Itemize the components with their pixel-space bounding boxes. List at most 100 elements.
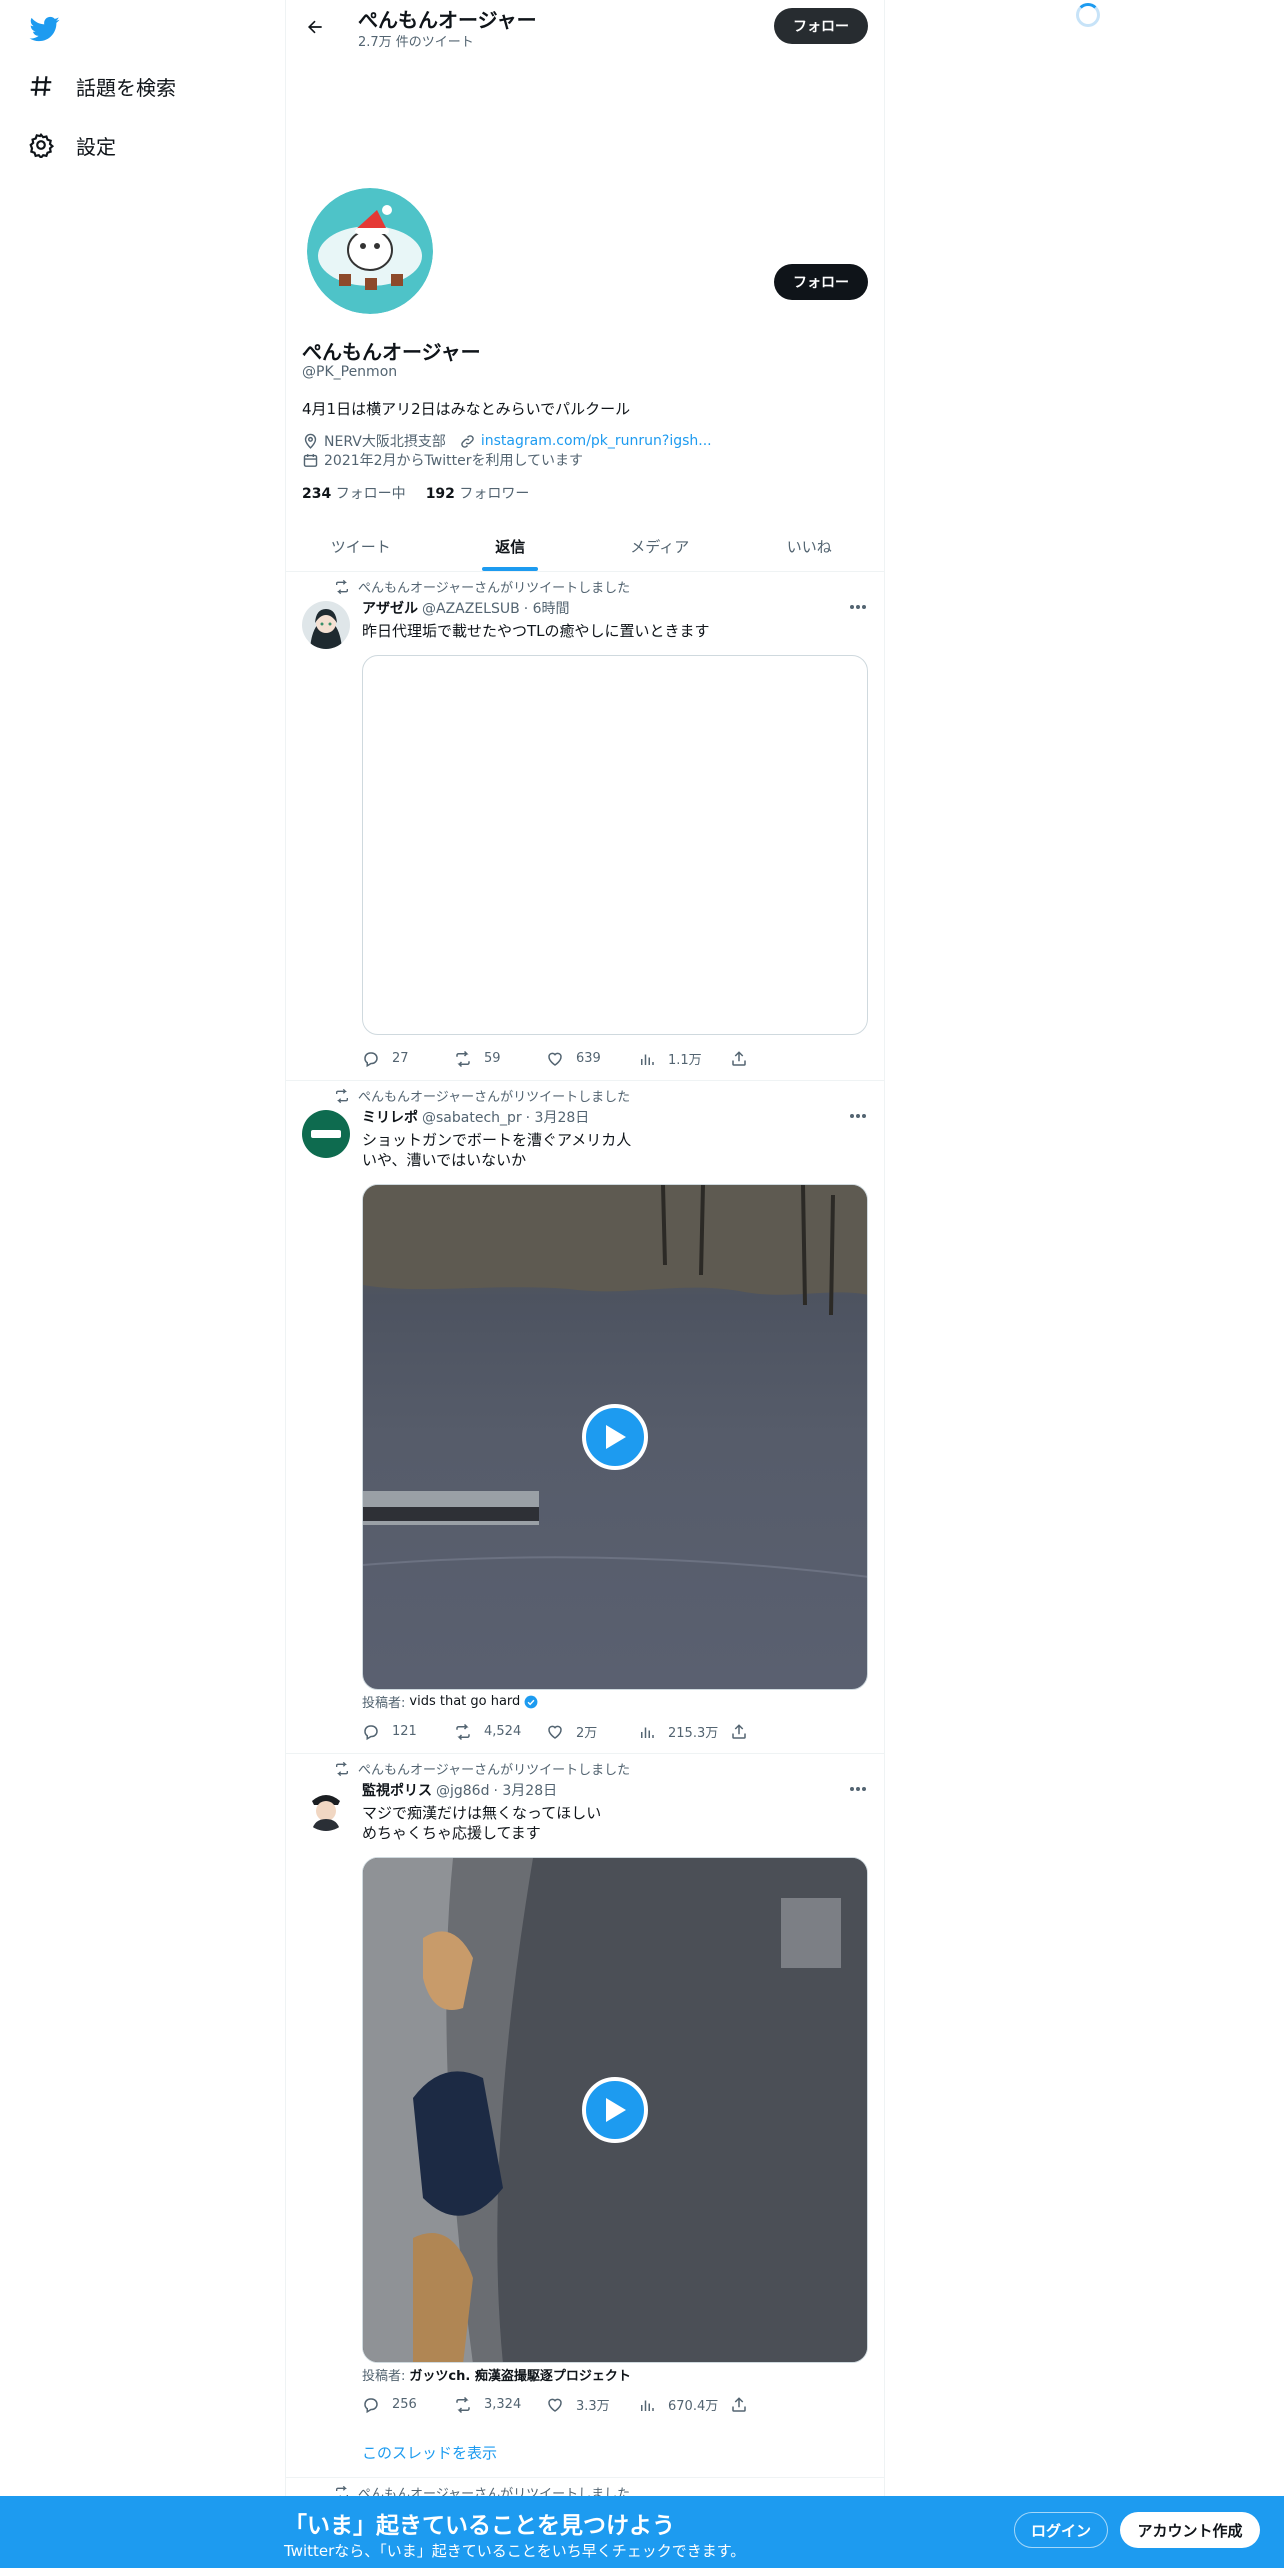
reply-count: 256: [392, 2397, 417, 2412]
views-button[interactable]: 670.4万: [638, 2395, 730, 2414]
tweet-media-placeholder[interactable]: [362, 655, 868, 1035]
profile-handle: @PK_Penmon: [302, 364, 398, 380]
video-byline: 投稿者: vids that go hard: [362, 1692, 538, 1711]
profile-header-bar: ぺんもんオージャー 2.7万 件のツイート フォロー: [286, 0, 884, 53]
tweet-author-name[interactable]: ミリレポ: [362, 1107, 418, 1127]
nav-explore[interactable]: 話題を検索: [28, 66, 176, 106]
loading-spinner-icon: [1076, 3, 1100, 27]
reply-button[interactable]: 27: [362, 1049, 454, 1068]
tweet-author-name[interactable]: 監視ポリス: [362, 1780, 432, 1800]
tweet-actions: 27 59 639 1.1万: [362, 1049, 822, 1068]
follow-button-header[interactable]: フォロー: [774, 8, 868, 44]
share-icon: [732, 2396, 746, 2412]
link-icon: [461, 434, 474, 448]
like-count: 639: [576, 1051, 601, 1066]
tweet[interactable]: ぺんもんオージャーさんがリツイートしました アザゼル @AZAZELSUB · …: [286, 573, 884, 1081]
back-button[interactable]: [300, 12, 330, 42]
more-options-button[interactable]: [846, 1106, 870, 1126]
play-button[interactable]: [582, 2077, 648, 2143]
share-icon: [732, 1723, 746, 1739]
retweet-count: 4,524: [484, 1724, 522, 1739]
tab-likes[interactable]: いいね: [735, 522, 885, 571]
retweet-button[interactable]: 3,324: [454, 2395, 546, 2414]
tweet-video[interactable]: [362, 1184, 868, 1690]
create-account-button[interactable]: アカウント作成: [1120, 2512, 1260, 2548]
reply-icon: [364, 1051, 378, 1067]
profile-website-link[interactable]: instagram.com/pk_runrun?igsh...: [481, 433, 712, 449]
analytics-icon: [641, 1727, 654, 1738]
byline-author[interactable]: vids that go hard: [409, 1694, 520, 1709]
avatar[interactable]: [302, 601, 350, 649]
play-button[interactable]: [582, 1404, 648, 1470]
followers-link[interactable]: 192 フォロワー: [426, 483, 530, 503]
nav-settings-label: 設定: [76, 134, 116, 159]
profile-joined-row: 2021年2月からTwitterを利用しています: [302, 450, 583, 470]
retweet-context: ぺんもんオージャーさんがリツイートしました: [334, 577, 630, 596]
reply-icon: [364, 2397, 378, 2413]
more-horizontal-icon: [850, 605, 866, 609]
retweet-icon: [336, 1088, 348, 1103]
profile-avatar[interactable]: [303, 184, 437, 318]
more-options-button[interactable]: [846, 1779, 870, 1799]
reply-button[interactable]: 121: [362, 1722, 454, 1741]
view-count: 1.1万: [668, 1053, 702, 1068]
view-count: 670.4万: [668, 2399, 719, 2414]
like-button[interactable]: 639: [546, 1049, 638, 1068]
share-button[interactable]: [730, 1049, 822, 1068]
views-button[interactable]: 1.1万: [638, 1049, 730, 1068]
reply-button[interactable]: 256: [362, 2395, 454, 2414]
more-options-button[interactable]: [846, 597, 870, 617]
avatar[interactable]: [302, 1110, 350, 1158]
tweet-author-handle[interactable]: @AZAZELSUB: [422, 601, 520, 617]
reply-icon: [364, 1724, 378, 1740]
followers-count: 192: [425, 486, 455, 502]
tweet-timestamp[interactable]: · 3月28日: [493, 1780, 557, 1800]
tweet-video[interactable]: [362, 1857, 868, 2363]
reply-count: 27: [392, 1051, 409, 1066]
retweet-icon: [456, 1050, 470, 1067]
play-icon: [606, 1425, 626, 1449]
tweet-header: アザゼル @AZAZELSUB · 6時間: [362, 598, 570, 618]
show-thread-link[interactable]: このスレッドを表示: [362, 2442, 497, 2463]
retweet-context-label: ぺんもんオージャーさんがリツイートしました: [358, 1763, 631, 1778]
tab-replies[interactable]: 返信: [436, 522, 586, 571]
heart-icon: [548, 2398, 562, 2412]
retweet-icon: [336, 579, 348, 594]
retweet-context: ぺんもんオージャーさんがリツイートしました: [334, 1086, 630, 1105]
tweet-timestamp[interactable]: · 6時間: [524, 598, 570, 618]
views-button[interactable]: 215.3万: [638, 1722, 730, 1741]
retweet-context: ぺんもんオージャーさんがリツイートしました: [334, 1759, 630, 1778]
signup-banner: 「いま」起きていることを見つけよう Twitterなら、「いま」起きていることを…: [0, 2496, 1284, 2568]
nav-settings[interactable]: 設定: [28, 125, 116, 165]
follow-button-profile[interactable]: フォロー: [774, 264, 868, 300]
retweet-button[interactable]: 4,524: [454, 1722, 546, 1741]
share-button[interactable]: [730, 1722, 822, 1741]
location-pin-icon: [304, 433, 317, 449]
retweet-button[interactable]: 59: [454, 1049, 546, 1068]
byline-author[interactable]: ガッツch. 痴漢盗撮駆逐プロジェクト: [409, 2365, 630, 2384]
gear-icon: [29, 132, 54, 158]
tweet-author-handle[interactable]: @jg86d: [436, 1783, 489, 1799]
tweet-text-line: めちゃくちゃ応援してます: [362, 1824, 541, 1842]
profile-bio: 4月1日は横アリ2日はみなとみらいでパルクール: [302, 400, 631, 418]
profile-meta-row: NERV大阪北摂支部 instagram.com/pk_runrun?igsh.…: [302, 431, 712, 451]
following-link[interactable]: 234 フォロー中: [302, 483, 406, 503]
more-horizontal-icon: [850, 1114, 866, 1118]
like-button[interactable]: 3.3万: [546, 2395, 638, 2414]
tweet-text-line: いや、漕いではいないか: [362, 1151, 527, 1169]
avatar[interactable]: [302, 1783, 350, 1831]
tweet-author-name[interactable]: アザゼル: [362, 598, 418, 618]
tweet-timestamp[interactable]: · 3月28日: [526, 1107, 590, 1127]
tweet-author-handle[interactable]: @sabatech_pr: [422, 1110, 522, 1126]
login-button[interactable]: ログイン: [1014, 2512, 1108, 2548]
share-button[interactable]: [730, 2395, 822, 2414]
banner-title: 「いま」起きていることを見つけよう: [284, 2513, 675, 2539]
like-button[interactable]: 2万: [546, 1722, 638, 1741]
tab-tweets[interactable]: ツイート: [286, 522, 436, 571]
heart-icon: [548, 1725, 562, 1739]
tab-media[interactable]: メディア: [585, 522, 735, 571]
twitter-logo-icon[interactable]: [28, 14, 62, 44]
tweet[interactable]: ぺんもんオージャーさんがリツイートしました 監視ポリス @jg86d · 3月2…: [286, 1755, 884, 2478]
tweet[interactable]: ぺんもんオージャーさんがリツイートしました ミリレポ @sabatech_pr …: [286, 1082, 884, 1754]
tweet-header: ミリレポ @sabatech_pr · 3月28日: [362, 1107, 589, 1127]
